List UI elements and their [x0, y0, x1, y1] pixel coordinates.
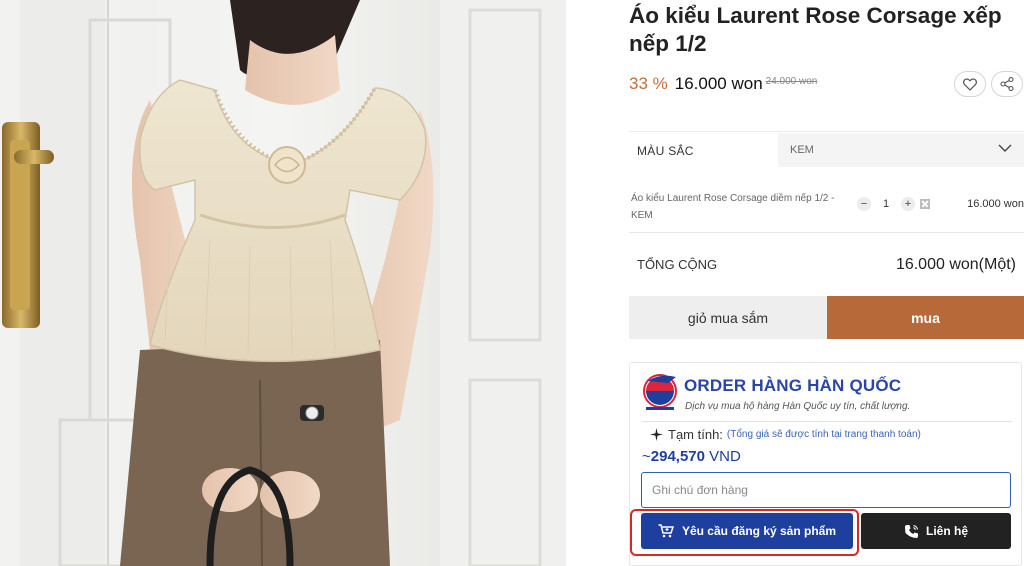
product-photo	[0, 0, 566, 566]
subtotal-row: Tạm tính: (Tổng giá sẽ được tính tại tra…	[650, 427, 921, 442]
total-row: TỔNG CỘNG 16.000 won(Một)	[629, 234, 1024, 290]
qty-value: 1	[882, 198, 890, 210]
request-product-button[interactable]: Yêu cầu đăng ký sản phẩm	[641, 513, 853, 549]
color-option-row: MÀU SẮC KEM	[629, 131, 1024, 167]
chevron-down-icon	[998, 144, 1012, 152]
approx-currency: VND	[709, 448, 741, 465]
sparkle-icon	[650, 428, 663, 441]
contact-button[interactable]: Liên hệ	[861, 513, 1011, 549]
color-selected-value: KEM	[790, 144, 814, 156]
total-value: 16.000 won(Một)	[895, 256, 1016, 273]
price-row: 33 % 16.000 won 24.000 won	[629, 74, 817, 98]
wishlist-button[interactable]	[954, 71, 986, 97]
discount-badge: 33 %	[629, 74, 668, 93]
cart-item-name: Áo kiểu Laurent Rose Corsage diềm nếp 1/…	[631, 193, 835, 221]
product-detail-panel: Áo kiểu Laurent Rose Corsage xếp nếp 1/2…	[629, 0, 1024, 566]
order-service-box: ORDER HÀNG HÀN QUỐC Dịch vụ mua hộ hàng …	[629, 362, 1022, 566]
approx-amount: 294,570	[650, 448, 705, 465]
divider	[642, 421, 1012, 422]
approx-prefix: ~	[642, 448, 651, 465]
add-to-cart-button[interactable]: giỏ mua sắm	[629, 296, 827, 339]
heart-icon	[963, 77, 977, 91]
order-service-subtitle: Dịch vụ mua hộ hàng Hàn Quốc uy tín, chấ…	[685, 401, 911, 412]
quantity-stepper: − 1 +	[857, 197, 930, 211]
sale-price: 16.000 won	[674, 74, 763, 93]
contact-label: Liên hệ	[925, 524, 968, 538]
product-title: Áo kiểu Laurent Rose Corsage xếp nếp 1/2	[629, 3, 1002, 56]
approx-price: ~294,570 VND	[642, 448, 741, 465]
cart-icon	[658, 524, 674, 538]
buy-now-button[interactable]: mua	[827, 296, 1024, 339]
color-label: MÀU SẮC	[637, 144, 694, 158]
qty-increase-button[interactable]: +	[901, 197, 915, 211]
share-button[interactable]	[991, 71, 1023, 97]
subtotal-label: Tạm tính:	[668, 427, 723, 442]
order-service-title: ORDER HÀNG HÀN QUỐC	[684, 376, 902, 395]
remove-item-icon[interactable]	[920, 199, 930, 209]
cart-item-price: 16.000 won	[967, 198, 1024, 210]
cart-item-row: Áo kiểu Laurent Rose Corsage diềm nếp 1/…	[629, 175, 1024, 233]
order-service-logo	[643, 374, 677, 410]
subtotal-note: (Tổng giá sẽ được tính tại trang thanh t…	[726, 429, 921, 440]
color-select[interactable]: KEM	[778, 133, 1024, 167]
original-price: 24.000 won	[765, 76, 818, 87]
share-icon	[1000, 77, 1014, 91]
request-product-label: Yêu cầu đăng ký sản phẩm	[681, 524, 837, 538]
phone-icon	[904, 524, 918, 538]
total-label: TỔNG CỘNG	[637, 257, 718, 272]
qty-decrease-button[interactable]: −	[857, 197, 871, 211]
order-note-input[interactable]	[641, 472, 1011, 508]
